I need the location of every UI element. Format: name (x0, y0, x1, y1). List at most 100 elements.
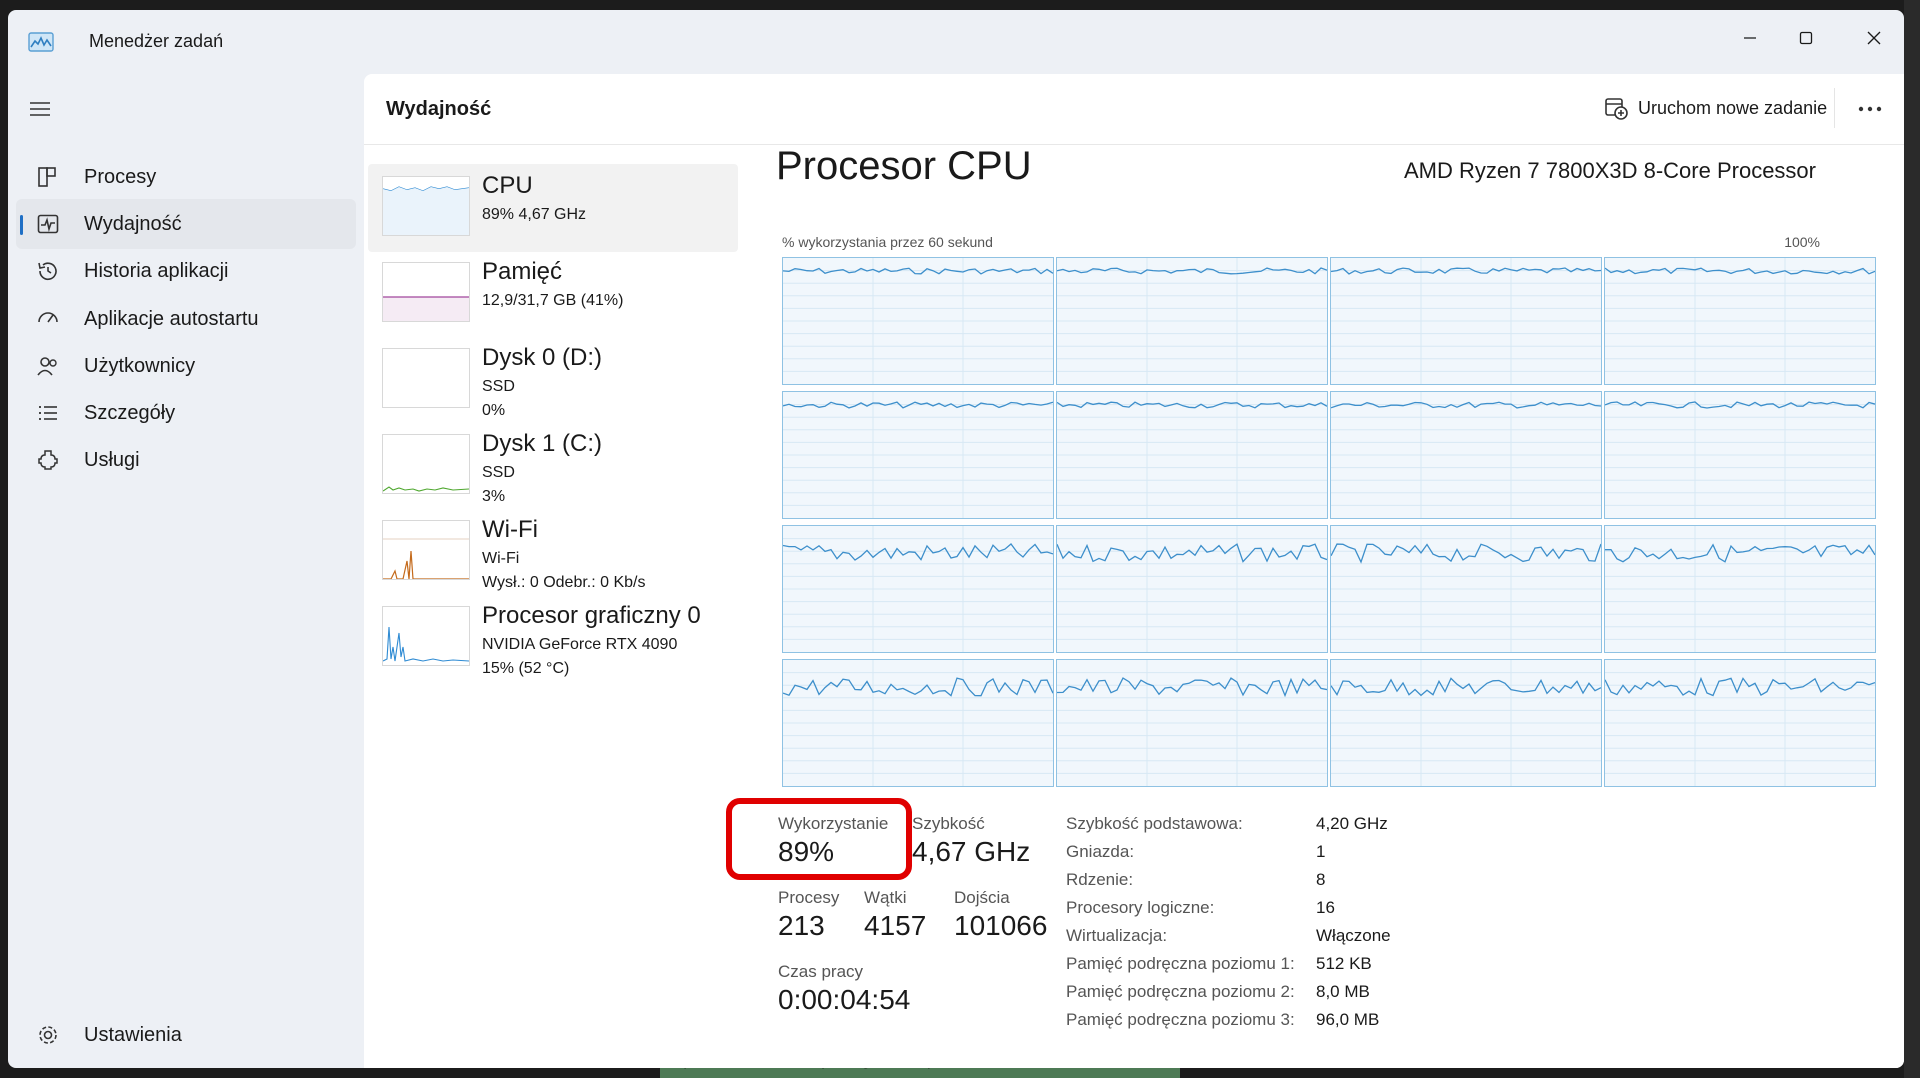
uptime-label: Czas pracy (778, 962, 864, 981)
sidebar-settings-label: Ustawienia (84, 1024, 182, 1046)
uptime-value: 0:00:04:54 (778, 984, 911, 1015)
hamburger-icon (30, 102, 50, 116)
sidebar-item-processes[interactable]: Procesy (16, 152, 356, 202)
minimize-button[interactable] (1720, 14, 1780, 62)
resource-detail: SSD (482, 464, 515, 481)
resource-detail: 12,9/31,7 GB (41%) (482, 292, 624, 309)
ellipsis-icon (1858, 106, 1882, 112)
resource-disk-0[interactable]: Dysk 0 (D:) SSD 0% (368, 336, 738, 424)
detail-value: 1 (1316, 842, 1326, 861)
logical-processor-graph (782, 257, 1054, 385)
performance-icon (37, 214, 59, 234)
desktop-edge (1904, 0, 1920, 1078)
sidebar-item-label: Procesy (84, 166, 157, 188)
utilization-value: 89% (778, 836, 835, 867)
logical-processor-graph (1604, 257, 1876, 385)
resource-detail: 3% (482, 488, 506, 505)
run-new-task-button[interactable]: Uruchom nowe zadanie (1594, 88, 1837, 128)
sidebar-item-label: Szczegóły (84, 402, 176, 424)
sidebar-item-label: Historia aplikacji (84, 260, 229, 282)
resource-name: Pamięć (482, 258, 563, 285)
detail-key: Pamięć podręczna poziomu 1: (1066, 954, 1295, 973)
logical-processor-graph (782, 525, 1054, 653)
detail-key: Pamięć podręczna poziomu 2: (1066, 982, 1295, 1001)
sidebar-item-performance[interactable]: Wydajność (16, 199, 356, 249)
cpu-thumbnail-graph (382, 176, 470, 236)
processes-icon (38, 167, 56, 187)
users-icon (37, 357, 57, 376)
resource-memory[interactable]: Pamięć 12,9/31,7 GB (41%) (368, 250, 738, 338)
logical-processor-graph (782, 391, 1054, 519)
page-title: Wydajność (386, 98, 492, 120)
close-icon (1867, 31, 1881, 45)
resource-gpu[interactable]: Procesor graficzny 0 NVIDIA GeForce RTX … (368, 594, 738, 682)
sidebar-item-services[interactable]: Usługi (16, 435, 356, 485)
sidebar-item-settings[interactable]: Ustawienia (16, 1010, 356, 1060)
resource-cpu[interactable]: CPU 89% 4,67 GHz (368, 164, 738, 252)
maximize-icon (1799, 31, 1813, 45)
cpu-heading: Procesor CPU (776, 144, 1032, 188)
graph-max-label: 100% (1784, 234, 1820, 250)
logical-processor-graph (1330, 391, 1602, 519)
main-panel: Wydajność Uruchom nowe zadanie CPU 89% 4… (364, 74, 1904, 1068)
logical-processor-graph (1056, 525, 1328, 653)
task-manager-window: Menedżer zadań Procesy Wydajność Histori… (8, 10, 1904, 1068)
sidebar-item-label: Użytkownicy (84, 355, 196, 377)
sidebar-item-app-history[interactable]: Historia aplikacji (16, 246, 356, 296)
logical-processor-graph (782, 659, 1054, 787)
resource-detail: 0% (482, 402, 506, 419)
logical-processor-graph (1330, 659, 1602, 787)
threads-label: Wątki (864, 888, 907, 907)
graph-caption: % wykorzystania przez 60 sekund (782, 234, 993, 250)
run-new-task-label: Uruchom nowe zadanie (1638, 97, 1828, 118)
sidebar-item-label: Aplikacje autostartu (84, 308, 259, 330)
threads-value: 4157 (864, 910, 927, 941)
menu-toggle-button[interactable] (26, 98, 54, 120)
resource-detail: Wysł.: 0 Odebr.: 0 Kb/s (482, 574, 646, 591)
detail-value: 512 KB (1316, 954, 1372, 973)
cpu-model-name: AMD Ryzen 7 7800X3D 8-Core Processor (1403, 158, 1816, 183)
memory-thumbnail-graph (382, 262, 470, 322)
sidebar-item-label: Usługi (84, 449, 140, 471)
handles-label: Dojścia (954, 888, 1010, 907)
disk0-thumbnail-graph (382, 348, 470, 408)
more-options-button[interactable] (1850, 92, 1890, 126)
processes-value: 213 (778, 910, 825, 941)
logical-processor-graph (1056, 257, 1328, 385)
resource-detail: Wi-Fi (482, 550, 520, 567)
resource-detail: 15% (52 °C) (482, 660, 570, 677)
logical-processor-graph (1330, 257, 1602, 385)
title-bar[interactable]: Menedżer zadań (8, 10, 1904, 70)
sidebar-item-users[interactable]: Użytkownicy (16, 341, 356, 391)
services-icon (38, 450, 58, 470)
close-button[interactable] (1844, 14, 1904, 62)
resource-disk-1[interactable]: Dysk 1 (C:) SSD 3% (368, 422, 738, 510)
resource-detail: 89% 4,67 GHz (482, 206, 587, 223)
window-title: Menedżer zadań (89, 31, 224, 51)
sidebar-item-details[interactable]: Szczegóły (16, 388, 356, 438)
resource-name: Dysk 1 (C:) (482, 430, 602, 457)
maximize-button[interactable] (1776, 14, 1836, 62)
resource-name: CPU (482, 172, 533, 199)
new-task-icon (1605, 98, 1628, 120)
utilization-label: Wykorzystanie (778, 814, 889, 833)
minimize-icon (1744, 37, 1756, 39)
resource-name: Wi-Fi (482, 516, 538, 543)
resource-wifi[interactable]: Wi-Fi Wi-Fi Wysł.: 0 Odebr.: 0 Kb/s (368, 508, 738, 596)
speed-value: 4,67 GHz (912, 836, 1031, 867)
startup-icon (38, 312, 58, 323)
sidebar-item-label: Wydajność (84, 213, 182, 235)
detail-key: Pamięć podręczna poziomu 3: (1066, 1010, 1295, 1029)
details-icon (39, 406, 57, 420)
processes-label: Procesy (778, 888, 840, 907)
logical-processor-graph (1604, 659, 1876, 787)
detail-value: 96,0 MB (1316, 1010, 1380, 1029)
detail-value: 16 (1316, 898, 1335, 917)
logical-processor-graph (1604, 391, 1876, 519)
gpu-thumbnail-graph (382, 606, 470, 666)
logical-processor-graph (1330, 525, 1602, 653)
disk1-thumbnail-graph (382, 434, 470, 494)
resource-detail: SSD (482, 378, 515, 395)
detail-key: Szybkość podstawowa: (1066, 814, 1243, 833)
sidebar-item-startup-apps[interactable]: Aplikacje autostartu (16, 294, 356, 344)
